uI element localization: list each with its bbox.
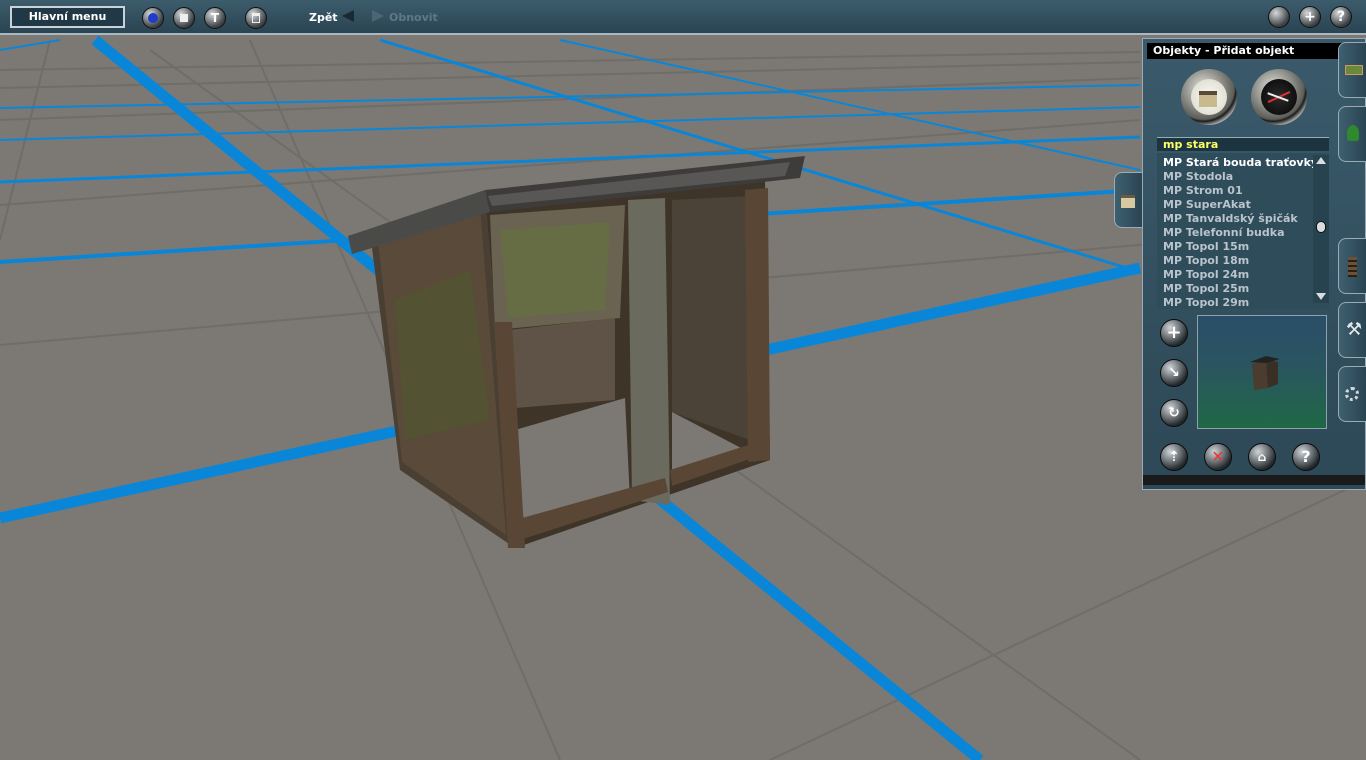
trash-icon[interactable] [245, 7, 267, 29]
gear-glyph [1345, 387, 1359, 401]
redo-arrow-icon[interactable] [372, 10, 384, 22]
wrench-tab-icon[interactable]: ⚒ [1338, 302, 1366, 358]
tree-glyph [1347, 125, 1359, 141]
add-icon[interactable]: + [1160, 319, 1188, 347]
object-preview [1197, 315, 1327, 429]
top-toolbar: Hlavní menu T Zpět Obnovit + ? [0, 0, 1366, 35]
list-item[interactable]: MP Telefonní budka [1163, 226, 1285, 240]
wrench-glyph: ⚒ [1346, 319, 1363, 340]
undo-arrow-icon[interactable] [342, 10, 354, 22]
rail-glyph [1348, 257, 1357, 277]
list-scrollbar[interactable] [1313, 155, 1329, 303]
main-menu-button[interactable]: Hlavní menu [10, 6, 125, 28]
hammer-icon[interactable]: T [204, 7, 226, 29]
move-icon[interactable]: ↘ [1160, 359, 1188, 387]
objects-panel: Objekty - Přidat objekt mp stara MP Star… [1142, 38, 1366, 490]
pick-icon[interactable]: ⇡ [1160, 443, 1188, 471]
objects-collapse-tab[interactable] [1114, 172, 1142, 228]
house-small-icon [1121, 195, 1135, 208]
track-tab-icon[interactable] [1338, 42, 1366, 98]
object-list[interactable]: MP Stará bouda traťovky MP Stodola MP St… [1157, 153, 1329, 309]
replace-icon[interactable]: ⌂ [1248, 443, 1276, 471]
list-item[interactable]: MP Stodola [1163, 170, 1233, 184]
rotate-icon[interactable]: ↻ [1160, 399, 1188, 427]
list-item[interactable]: MP SuperAkat [1163, 198, 1251, 212]
list-item[interactable]: MP Topol 25m [1163, 282, 1249, 296]
gauge-icon[interactable] [1251, 69, 1307, 125]
panel-footer [1143, 475, 1365, 485]
list-item[interactable]: MP Tanvaldský špičák [1163, 212, 1298, 226]
list-item[interactable]: MP Topol 24m [1163, 268, 1249, 282]
globe-icon[interactable] [142, 7, 164, 29]
tree-tab-icon[interactable] [1338, 106, 1366, 162]
undo-button[interactable]: Zpět [309, 11, 338, 24]
help-icon[interactable]: ? [1330, 6, 1352, 28]
settings-tab-icon[interactable] [1338, 366, 1366, 422]
house-icon[interactable] [1181, 69, 1237, 125]
track-glyph [1345, 65, 1363, 75]
preview-shed-image [1250, 356, 1280, 390]
scroll-down-icon[interactable] [1316, 293, 1326, 300]
search-filter-input[interactable]: mp stara [1157, 137, 1329, 151]
list-item[interactable]: MP Topol 15m [1163, 240, 1249, 254]
panel-title: Objekty - Přidat objekt [1147, 43, 1365, 59]
list-item[interactable]: MP Strom 01 [1163, 184, 1243, 198]
list-item[interactable]: MP Stará bouda traťovky [1163, 156, 1318, 170]
delete-icon[interactable]: ✕ [1204, 443, 1232, 471]
sphere-icon[interactable] [1268, 6, 1290, 28]
scroll-thumb[interactable] [1316, 221, 1326, 233]
list-item[interactable]: MP Topol 29m [1163, 296, 1249, 309]
stop-icon[interactable] [173, 7, 195, 29]
help-icon[interactable]: ? [1292, 443, 1320, 471]
list-item[interactable]: MP Topol 18m [1163, 254, 1249, 268]
rail-tab-icon[interactable] [1338, 238, 1366, 294]
plus-icon[interactable]: + [1299, 6, 1321, 28]
scroll-up-icon[interactable] [1316, 157, 1326, 164]
redo-button[interactable]: Obnovit [389, 11, 438, 24]
